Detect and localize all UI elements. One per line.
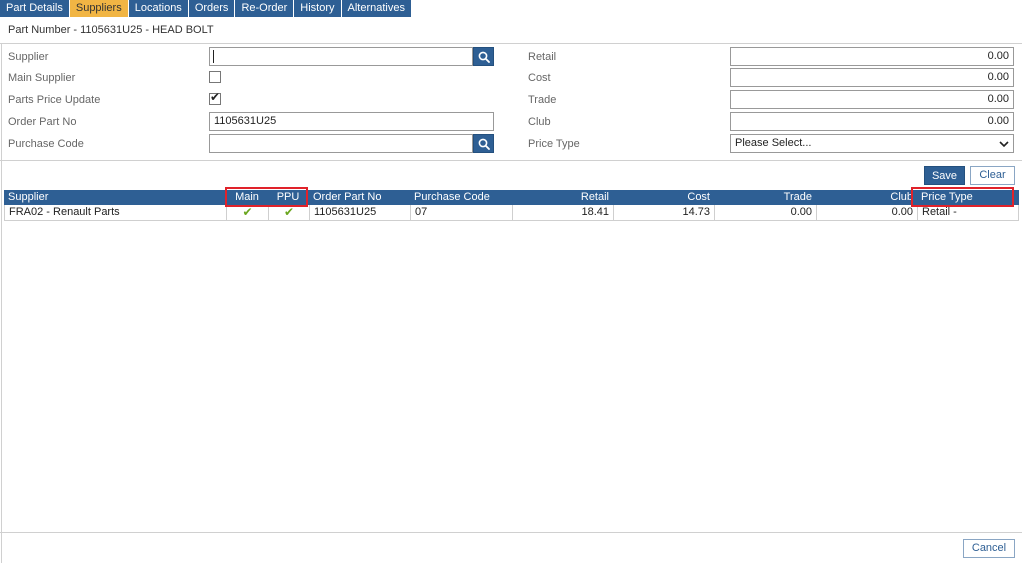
tab-re-order[interactable]: Re-Order [235,0,294,17]
col-price-type[interactable]: Price Type [917,190,1019,205]
grid-header: Supplier Main PPU Order Part No Purchase… [4,190,1019,205]
order-part-no-input[interactable]: 1105631U25 [209,112,494,131]
supplier-input[interactable] [209,47,473,66]
col-order-part-no[interactable]: Order Part No [309,190,410,205]
cancel-button[interactable]: Cancel [963,539,1015,558]
cell-ppu: ✔ [269,205,310,221]
purchase-code-label: Purchase Code [8,138,84,150]
cell-club: 0.00 [817,205,918,221]
left-border [1,44,2,563]
parts-price-update-checkbox[interactable]: ✔ [209,90,221,105]
check-icon: ✔ [242,205,253,219]
col-main[interactable]: Main [226,190,268,205]
parts-price-update-label: Parts Price Update [8,94,101,106]
cell-supplier: FRA02 - Renault Parts [5,205,227,221]
club-label: Club [528,116,551,128]
tab-suppliers[interactable]: Suppliers [69,0,128,17]
col-ppu[interactable]: PPU [268,190,308,205]
trade-label: Trade [528,94,557,106]
search-icon [478,51,490,63]
col-club[interactable]: Club [816,190,917,205]
page-title: Part Number - 1105631U25 - HEAD BOLT [8,24,214,36]
col-trade[interactable]: Trade [714,190,816,205]
suppliers-grid: Supplier Main PPU Order Part No Purchase… [4,190,1019,221]
cell-trade: 0.00 [715,205,817,221]
title-bar: Part Number - 1105631U25 - HEAD BOLT [0,18,1022,44]
cell-retail: 18.41 [513,205,614,221]
tab-bar: Part Details Suppliers Locations Orders … [0,0,412,17]
tab-alternatives[interactable]: Alternatives [341,0,411,17]
clear-button[interactable]: Clear [970,166,1015,185]
order-part-no-label: Order Part No [8,116,77,128]
cost-label: Cost [528,72,551,84]
main-supplier-label: Main Supplier [8,72,76,84]
col-purchase-code[interactable]: Purchase Code [410,190,512,205]
cell-price-type: Retail - [918,205,1019,221]
col-supplier[interactable]: Supplier [4,190,226,205]
chevron-down-icon [999,141,1009,148]
tab-orders[interactable]: Orders [188,0,235,17]
cell-main: ✔ [227,205,269,221]
retail-input[interactable]: 0.00 [730,47,1014,66]
footer-divider [0,532,1022,533]
check-icon: ✔ [210,90,221,104]
text-cursor [213,50,214,63]
col-retail[interactable]: Retail [512,190,613,205]
form-divider [0,160,1022,161]
tab-part-details[interactable]: Part Details [0,0,69,17]
supplier-label: Supplier [8,51,49,63]
trade-input[interactable]: 0.00 [730,90,1014,109]
cell-cost: 14.73 [614,205,715,221]
table-row[interactable]: FRA02 - Renault Parts ✔ ✔ 1105631U25 07 … [4,205,1019,221]
search-icon [478,138,490,150]
save-button[interactable]: Save [924,166,965,185]
tab-locations[interactable]: Locations [128,0,188,17]
check-icon: ✔ [283,205,295,219]
price-type-selected: Please Select... [735,137,812,149]
tab-history[interactable]: History [294,0,341,17]
club-input[interactable]: 0.00 [730,112,1014,131]
cell-order-part-no: 1105631U25 [310,205,411,221]
price-type-label: Price Type [528,138,580,150]
cost-input[interactable]: 0.00 [730,68,1014,87]
price-type-select[interactable]: Please Select... [730,134,1014,153]
purchase-code-search-button[interactable] [473,134,494,153]
retail-label: Retail [528,51,557,63]
cell-purchase-code: 07 [411,205,513,221]
main-supplier-checkbox[interactable] [209,71,221,83]
purchase-code-input[interactable] [209,134,473,153]
col-cost[interactable]: Cost [613,190,714,205]
supplier-search-button[interactable] [473,47,494,66]
